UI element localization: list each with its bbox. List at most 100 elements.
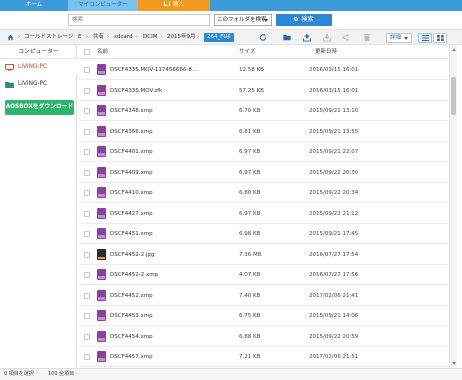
breadcrumb-item[interactable]: コールドストレージ xyxy=(24,30,73,45)
table-row[interactable]: DSCF4366.xmp 6.81 KB 2015/09/21 13:55 xyxy=(79,122,448,142)
sidebar-item-living-pc-selected[interactable]: LIVING-PC xyxy=(0,60,77,74)
row-checkbox[interactable] xyxy=(84,169,90,176)
row-checkbox[interactable] xyxy=(84,87,90,94)
scroll-down-icon[interactable] xyxy=(452,362,456,365)
file-name[interactable]: DSCF4335.MOV.sfk xyxy=(110,81,162,101)
file-name[interactable]: DSCF4457.xmp xyxy=(110,347,153,367)
file-name[interactable]: DSCF4410.xmp xyxy=(110,183,153,203)
scroll-up-icon[interactable] xyxy=(452,48,456,51)
tab-buy[interactable]: 購入 xyxy=(138,0,210,11)
row-checkbox[interactable] xyxy=(84,333,90,340)
breadcrumb-item[interactable]: DCIM xyxy=(143,30,157,45)
document-file-icon xyxy=(97,105,106,116)
file-modified: 2017/02/06 21:41 xyxy=(309,292,359,299)
chevron-down-icon xyxy=(404,37,408,40)
tab-my-computer[interactable]: マイコンピューター xyxy=(68,0,138,11)
refresh-icon[interactable] xyxy=(258,33,268,42)
search-input[interactable] xyxy=(68,14,210,26)
document-file-icon xyxy=(97,310,106,321)
table-row[interactable]: DSCF4427.xmp 6.97 KB 2015/09/22 21:12 xyxy=(79,204,448,224)
file-size: 6.97 KB xyxy=(239,210,261,217)
file-name[interactable]: DSCF4335.MOV-117456666-8... xyxy=(110,60,197,80)
file-name[interactable]: DSCF4452.xmp xyxy=(110,286,153,306)
scrollbar[interactable] xyxy=(449,45,457,368)
file-size: 7.36 MB xyxy=(239,251,262,258)
file-name[interactable]: DSCF4451.xmp xyxy=(110,224,153,244)
file-name[interactable]: DSCF4452-2.jpg xyxy=(110,245,154,265)
chevron-down-icon xyxy=(264,19,268,22)
breadcrumb-item[interactable]: 共有 xyxy=(93,30,104,45)
file-name[interactable]: DSCF4454.xmp xyxy=(110,327,153,347)
file-modified: 2015/09/21 22:07 xyxy=(309,149,359,155)
table-row[interactable]: DSCF4410.xmp 6.80 KB 2015/09/22 20:34 xyxy=(79,183,448,203)
document-file-icon xyxy=(97,84,106,96)
list-view-button[interactable] xyxy=(418,33,432,43)
row-checkbox[interactable] xyxy=(84,313,90,319)
table-row[interactable]: DSCF4348.xmp 6.70 KB 2015/09/21 13:10 xyxy=(79,101,448,121)
table-row[interactable]: DSCF4452-2.jpg 7.36 MB 2016/07/27 17:54 xyxy=(79,245,448,265)
table-row[interactable]: DSCF4453.xmp 6.75 KB 2015/09/21 14:06 xyxy=(79,306,448,326)
home-icon[interactable] xyxy=(7,34,14,41)
file-name[interactable]: DSCF4427.xmp xyxy=(110,204,153,224)
file-name[interactable]: DSCF4366.xmp xyxy=(110,122,153,142)
breadcrumb-item[interactable]: 2015年9月 xyxy=(167,30,196,45)
row-checkbox[interactable] xyxy=(84,210,90,217)
grid-view-button[interactable] xyxy=(433,33,447,43)
upload-icon[interactable] xyxy=(302,33,312,42)
breadcrumb-separator: › xyxy=(160,34,163,40)
row-checkbox[interactable] xyxy=(84,292,90,299)
table-row[interactable]: DSCF4335.MOV-117456666-8... 12.58 KB 2016/… xyxy=(79,60,448,80)
row-checkbox[interactable] xyxy=(84,251,90,258)
row-checkbox[interactable] xyxy=(84,272,90,278)
new-folder-icon[interactable] xyxy=(282,33,292,42)
table-row[interactable]: DSCF4401.xmp 6.97 KB 2015/09/21 22:07 xyxy=(79,142,448,162)
row-checkbox[interactable] xyxy=(84,190,90,196)
breadcrumb-item[interactable]: E xyxy=(78,30,81,45)
file-size: 6.70 KB xyxy=(239,108,261,114)
column-size[interactable]: サイズ xyxy=(239,45,255,59)
table-row[interactable]: DSCF4457.xmp 7.21 KB 2017/02/06 21:51 xyxy=(79,347,448,367)
file-size: 6.97 KB xyxy=(239,169,261,176)
search-scope-label: このフォルダを検索 xyxy=(217,17,267,23)
share-icon[interactable] xyxy=(340,33,350,42)
document-file-icon xyxy=(97,125,106,137)
sidebar-item-living-pc[interactable]: LIVING-PC xyxy=(0,77,77,91)
file-name[interactable]: DSCF4348.xmp xyxy=(110,101,153,121)
table-row[interactable]: DSCF4452.xmp 7.40 KB 2017/02/06 21:41 xyxy=(79,286,448,306)
file-name[interactable]: DSCF4409.xmp xyxy=(110,163,153,183)
file-name[interactable]: DSCF4401.xmp xyxy=(110,142,153,162)
scroll-thumb[interactable] xyxy=(451,77,456,115)
row-checkbox[interactable] xyxy=(84,67,90,73)
column-modified[interactable]: 更新日時 xyxy=(315,45,337,59)
file-name[interactable]: DSCF4452-2.xmp xyxy=(110,265,158,285)
file-modified: 2015/09/21 13:10 xyxy=(309,108,359,114)
detail-dropdown[interactable]: 詳細 xyxy=(386,33,412,43)
table-row[interactable]: DSCF4335.MOV.sfk 57.25 KB 2016/03/15 16:01 xyxy=(79,81,448,101)
file-modified: 2017/02/06 21:51 xyxy=(309,354,359,360)
row-checkbox[interactable] xyxy=(84,128,90,135)
download-aosbox-button[interactable]: AOSBOXをダウンロード xyxy=(5,100,74,115)
status-bar: 0 項目を選択 100 全項目 xyxy=(0,368,462,380)
file-name[interactable]: DSCF4453.xmp xyxy=(110,306,153,326)
delete-icon[interactable] xyxy=(362,33,372,42)
folder-icon xyxy=(5,81,14,88)
tab-my-computer-label: マイコンピューター xyxy=(78,2,128,8)
search-scope-select[interactable]: このフォルダを検索 xyxy=(214,14,272,26)
select-all-checkbox[interactable] xyxy=(84,49,90,55)
table-row[interactable]: DSCF4409.xmp 6.97 KB 2015/09/22 20:30 xyxy=(79,163,448,183)
column-name[interactable]: 名前 xyxy=(97,45,108,59)
table-row[interactable]: DSCF4452-2.xmp 4.07 KB 2016/07/27 17:56 xyxy=(79,265,448,285)
search-button[interactable]: 検索 xyxy=(276,14,332,26)
row-checkbox[interactable] xyxy=(84,149,90,155)
download-icon[interactable] xyxy=(322,33,332,42)
table-row[interactable]: DSCF4451.xmp 6.98 KB 2015/09/21 17:45 xyxy=(79,224,448,244)
document-file-icon xyxy=(97,146,106,157)
tab-home[interactable]: ホーム xyxy=(0,0,68,11)
row-checkbox[interactable] xyxy=(84,354,90,360)
table-row[interactable]: DSCF4454.xmp 6.88 KB 2015/09/22 20:59 xyxy=(79,327,448,347)
top-tab-bar: ホーム マイコンピューター 購入 xyxy=(0,0,462,11)
breadcrumb-item[interactable]: sdcard xyxy=(114,30,132,45)
row-checkbox[interactable] xyxy=(84,108,90,114)
row-checkbox[interactable] xyxy=(84,231,90,237)
file-size: 6.97 KB xyxy=(239,149,261,155)
